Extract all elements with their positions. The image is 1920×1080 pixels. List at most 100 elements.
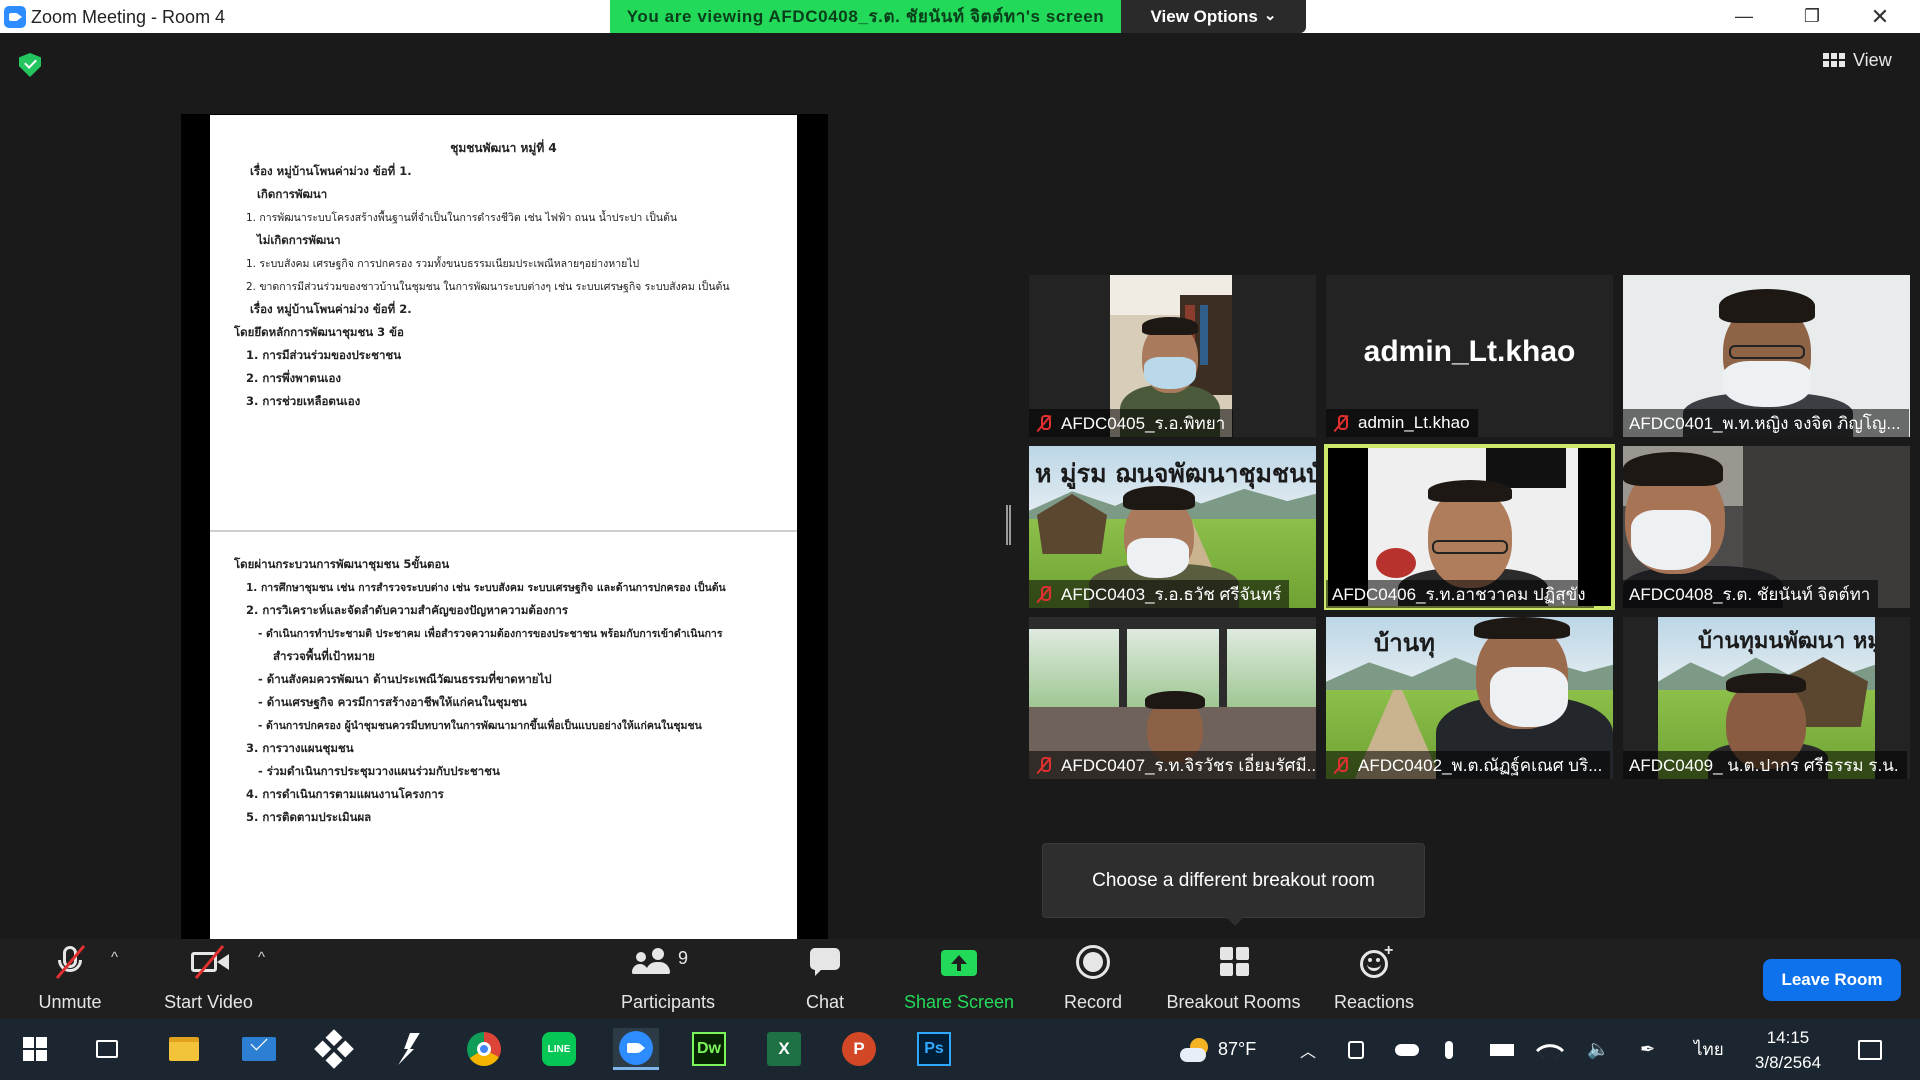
close-button[interactable]: ✕ (1846, 0, 1914, 33)
view-options-label: View Options (1150, 6, 1258, 26)
app-bolt-icon[interactable] (388, 1028, 430, 1070)
muted-mic-icon (1035, 756, 1053, 774)
participant-name-bar: AFDC0405_ร.อ.พิทยา (1029, 409, 1234, 437)
muted-mic-icon (1332, 756, 1350, 774)
participant-name-bar: AFDC0409_ น.ต.ปากร ศรีธรรม ร.น. (1623, 751, 1907, 779)
temperature: 87°F (1218, 1039, 1257, 1059)
participant-tile[interactable]: AFDC0401_พ.ท.หญิง จงจิต ภิญโญ... (1623, 275, 1910, 437)
document-line: - ร่วมดำเนินการประชุมวางแผนร่วมกับประชาช… (258, 764, 500, 778)
document-line: เรื่อง หมู่บ้านโพนค่าม่วง ข้อที่ 2. (250, 302, 412, 316)
restore-button[interactable]: ❐ (1778, 0, 1846, 33)
record-icon (1073, 944, 1113, 980)
participant-tile[interactable]: บ้านทุมนพัฒนา หมู่ AFDC0409_ น.ต.ปากร ศร… (1623, 617, 1910, 779)
participant-name: AFDC0409_ น.ต.ปากร ศรีธรรม ร.น. (1629, 755, 1899, 775)
powerpoint-icon[interactable]: P (838, 1028, 880, 1070)
participant-tile[interactable]: AFDC0408_ร.ต. ชัยนันท์ จิตต์ทา (1623, 446, 1910, 608)
breakout-rooms-label: Breakout Rooms (1166, 992, 1301, 1012)
shared-document-page: ชุมชนพัฒนา หมู่ที่ 4 เรื่อง หมู่บ้านโพนค… (210, 115, 797, 939)
dropbox-icon[interactable] (313, 1028, 355, 1070)
participant-name: AFDC0401_พ.ท.หญิง จงจิต ภิญโญ... (1629, 413, 1901, 433)
muted-mic-icon (1035, 414, 1053, 432)
document-line: 1. การมีส่วนร่วมของประชาชน (246, 348, 402, 362)
share-screen-icon (939, 944, 979, 980)
leave-room-button[interactable]: Leave Room (1763, 959, 1901, 1001)
dreamweaver-icon[interactable]: Dw (688, 1028, 730, 1070)
participant-tile[interactable]: AFDC0405_ร.อ.พิทยา (1029, 275, 1316, 437)
document-line: - ดำเนินการทำประชามติ ประชาคม เพื่อสำรวจ… (258, 628, 723, 640)
participant-tile[interactable]: admin_Lt.khao admin_Lt.khao (1326, 275, 1613, 437)
view-label: View (1853, 49, 1892, 70)
system-clock[interactable]: 14:15 3/8/2564 (1746, 1025, 1830, 1075)
participant-tile-active-speaker[interactable]: AFDC0406_ร.ท.อาชวาคม ปฏิสุขัง (1324, 444, 1615, 610)
document-line: - ด้านเศรษฐกิจ ควรมีการสร้างอาชีพให้แก่ค… (258, 695, 527, 709)
document-line: - ด้านการปกครอง ผู้นำชุมชนควรมีบทบาทในกา… (258, 720, 702, 732)
chat-icon (805, 944, 845, 980)
participant-name: admin_Lt.khao (1358, 413, 1470, 432)
file-explorer-icon[interactable] (163, 1028, 205, 1070)
chrome-icon[interactable] (463, 1028, 505, 1070)
document-line: 1. การพัฒนาระบบโครงสร้างพื้นฐานที่จำเป็น… (246, 212, 678, 224)
weather-widget[interactable]: 87°F (1180, 1019, 1256, 1080)
clock-date: 3/8/2564 (1754, 1053, 1822, 1072)
task-view-icon[interactable] (86, 1028, 128, 1070)
security-shield-icon[interactable] (19, 53, 41, 77)
tray-overflow-icon[interactable]: ︿ (1300, 1019, 1316, 1080)
panel-splitter-handle[interactable] (1006, 505, 1011, 545)
start-video-button[interactable]: Start Video (156, 939, 261, 1019)
breakout-rooms-button[interactable]: Breakout Rooms (1161, 939, 1306, 1019)
chevron-down-icon: ⌄ (1263, 6, 1277, 24)
excel-icon[interactable]: X (763, 1028, 805, 1070)
breakout-room-tooltip[interactable]: Choose a different breakout room (1042, 843, 1425, 926)
volume-icon[interactable]: 🔈 (1587, 1019, 1609, 1080)
reactions-button[interactable]: + Reactions (1331, 939, 1417, 1019)
document-line: - ด้านสังคมควรพัฒนา ด้านประเพณีวัฒนธรรมท… (258, 672, 552, 686)
clock-time: 14:15 (1766, 1028, 1810, 1047)
share-screen-button[interactable]: Share Screen (899, 939, 1019, 1019)
pen-icon[interactable]: ✒ (1640, 1019, 1655, 1080)
document-title: ชุมชนพัฒนา หมู่ที่ 4 (450, 141, 557, 155)
chat-button[interactable]: Chat (795, 939, 855, 1019)
microphone-icon[interactable] (1445, 1019, 1453, 1080)
participant-tile[interactable]: ห มู่รม ฌนจพัฒนาชุมชนบั AFDC0403_ร.อ.ธวั… (1029, 446, 1316, 608)
unmute-button[interactable]: Unmute (25, 939, 115, 1019)
notification-center-icon[interactable] (1858, 1019, 1882, 1080)
zoom-app-icon (4, 6, 26, 28)
view-options-button[interactable]: View Options ⌄ (1121, 0, 1306, 33)
participant-tile[interactable]: บ้านทุ AFDC0402_พ.ต.ณัฏฐ์คเณศ บริ... (1326, 617, 1613, 779)
video-off-icon (189, 944, 229, 980)
windows-taskbar: LINE Dw X P Ps 87°F ︿ 🔈 ✒ ไทย 14:15 3/8/… (0, 1019, 1920, 1080)
muted-mic-icon (1035, 585, 1053, 603)
mail-icon[interactable] (238, 1028, 280, 1070)
video-options-caret[interactable]: ^ (258, 949, 265, 966)
meet-now-icon[interactable] (1348, 1019, 1364, 1080)
onedrive-icon[interactable] (1395, 1019, 1419, 1080)
participant-name-bar: AFDC0402_พ.ต.ณัฏฐ์คเณศ บริ... (1326, 751, 1611, 779)
view-button[interactable]: View (1823, 40, 1907, 80)
participants-button[interactable]: 9 Participants (615, 939, 721, 1019)
input-language[interactable]: ไทย (1694, 1019, 1724, 1080)
grid-view-icon (1823, 53, 1845, 67)
battery-icon[interactable] (1490, 1019, 1514, 1080)
line-app-icon[interactable]: LINE (538, 1028, 580, 1070)
photoshop-icon[interactable]: Ps (913, 1028, 955, 1070)
participant-tile[interactable]: AFDC0407_ร.ท.จิรวัชร เอี่ยมรัศมี... (1029, 617, 1316, 779)
participants-count: 9 (678, 948, 689, 968)
windows-start-icon[interactable] (14, 1028, 56, 1070)
participants-label: Participants (620, 992, 716, 1012)
wifi-icon[interactable] (1535, 1019, 1565, 1080)
participant-name: AFDC0407_ร.ท.จิรวัชร เอี่ยมรัศมี... (1061, 755, 1316, 775)
breakout-rooms-icon (1214, 944, 1254, 980)
participant-name: AFDC0402_พ.ต.ณัฏฐ์คเณศ บริ... (1358, 755, 1603, 775)
document-line: 2. ขาดการมีส่วนร่วมของชาวบ้านในชุมชน ในก… (246, 281, 730, 293)
participant-name-bar: AFDC0407_ร.ท.จิรวัชร เอี่ยมรัศมี... (1029, 751, 1316, 779)
smiley-plus-icon: + (1354, 942, 1394, 980)
minimize-button[interactable]: — (1710, 0, 1778, 33)
record-button[interactable]: Record (1059, 939, 1127, 1019)
document-line: 1. การศึกษาชุมชน เช่น การสำรวจระบบต่าง เ… (246, 582, 726, 594)
reactions-label: Reactions (1333, 992, 1415, 1012)
zoom-taskbar-icon[interactable] (613, 1028, 659, 1070)
window-title: Zoom Meeting - Room 4 (31, 7, 226, 27)
document-line: ไม่เกิดการพัฒนา (257, 233, 341, 247)
mic-muted-icon (50, 944, 90, 980)
audio-options-caret[interactable]: ^ (111, 949, 118, 966)
